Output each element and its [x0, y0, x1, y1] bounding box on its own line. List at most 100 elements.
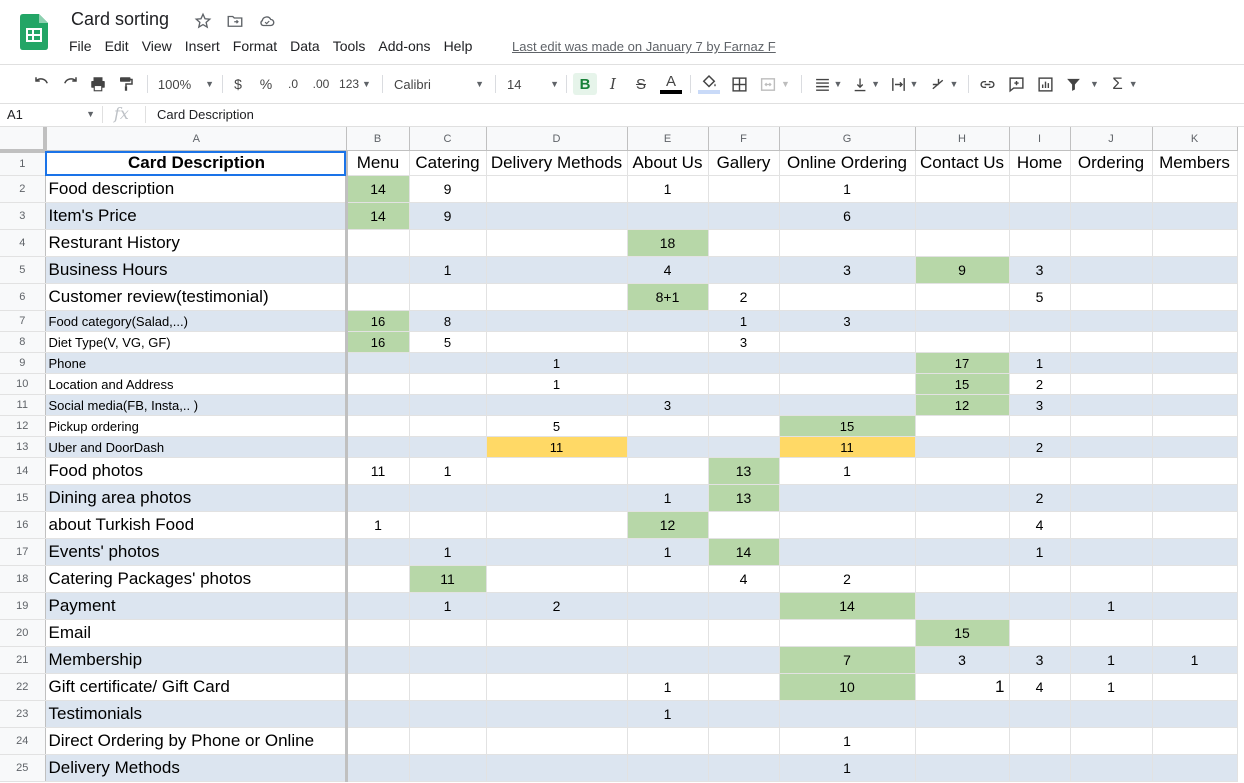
data-cell[interactable]	[779, 283, 916, 311]
row-header[interactable]: 10	[0, 373, 46, 395]
data-cell[interactable]	[486, 646, 628, 674]
row-header[interactable]: 22	[0, 673, 46, 701]
data-cell[interactable]: 11	[486, 436, 628, 458]
column-header-e[interactable]: E	[627, 127, 709, 151]
data-cell[interactable]: 2	[1009, 373, 1071, 395]
data-cell[interactable]: 9	[409, 175, 487, 203]
row-header[interactable]: 9	[0, 352, 46, 374]
data-cell[interactable]	[627, 565, 709, 593]
row-header[interactable]: 18	[0, 565, 46, 593]
data-cell[interactable]	[1152, 373, 1238, 395]
data-cell[interactable]	[1070, 565, 1153, 593]
data-cell[interactable]	[627, 352, 709, 374]
data-cell[interactable]	[409, 415, 487, 437]
row-label-cell[interactable]: Email	[45, 619, 348, 647]
data-cell[interactable]	[1152, 511, 1238, 539]
row-header[interactable]: 13	[0, 436, 46, 458]
data-cell[interactable]: 1	[1009, 538, 1071, 566]
data-cell[interactable]: 3	[708, 331, 780, 353]
data-cell[interactable]	[1070, 331, 1153, 353]
data-cell[interactable]	[708, 229, 780, 257]
data-cell[interactable]	[1070, 619, 1153, 647]
data-cell[interactable]: Menu	[346, 150, 410, 176]
data-cell[interactable]	[1152, 619, 1238, 647]
data-cell[interactable]	[627, 373, 709, 395]
row-label-cell[interactable]: Social media(FB, Insta,.. )	[45, 394, 348, 416]
decrease-decimal-button[interactable]: .0	[284, 73, 302, 95]
data-cell[interactable]	[1152, 229, 1238, 257]
data-cell[interactable]	[627, 457, 709, 485]
data-cell[interactable]	[915, 331, 1010, 353]
data-cell[interactable]: 16	[346, 310, 410, 332]
column-header-i[interactable]: I	[1009, 127, 1071, 151]
data-cell[interactable]	[708, 436, 780, 458]
data-cell[interactable]	[779, 538, 916, 566]
data-cell[interactable]: 13	[708, 457, 780, 485]
data-cell[interactable]	[708, 619, 780, 647]
data-cell[interactable]	[915, 484, 1010, 512]
data-cell[interactable]	[409, 673, 487, 701]
data-cell[interactable]	[346, 373, 410, 395]
data-cell[interactable]	[779, 394, 916, 416]
data-cell[interactable]	[409, 394, 487, 416]
data-cell[interactable]: 4	[627, 256, 709, 284]
data-cell[interactable]	[708, 415, 780, 437]
data-cell[interactable]	[915, 700, 1010, 728]
data-cell[interactable]: 1	[779, 727, 916, 755]
data-cell[interactable]	[708, 754, 780, 782]
data-cell[interactable]: 1	[1009, 352, 1071, 374]
data-cell[interactable]: Members	[1152, 150, 1238, 176]
data-cell[interactable]	[486, 310, 628, 332]
data-cell[interactable]: 1	[779, 754, 916, 782]
strikethrough-button[interactable]: S	[631, 73, 651, 95]
data-cell[interactable]: 3	[1009, 256, 1071, 284]
data-cell[interactable]: 1	[627, 673, 709, 701]
data-cell[interactable]: 3	[1009, 394, 1071, 416]
data-cell[interactable]	[627, 727, 709, 755]
data-cell[interactable]	[627, 646, 709, 674]
filter-icon[interactable]: ▼	[1063, 73, 1101, 95]
row-header[interactable]: 6	[0, 283, 46, 311]
data-cell[interactable]	[409, 436, 487, 458]
menu-file[interactable]: File	[69, 38, 92, 54]
data-cell[interactable]	[486, 202, 628, 230]
data-cell[interactable]	[346, 484, 410, 512]
spreadsheet-grid[interactable]: ABCDEFGHIJK 1 Card Description Menu Caterin…	[0, 127, 1238, 782]
formula-input[interactable]: Card Description	[157, 107, 254, 122]
row-header[interactable]: 4	[0, 229, 46, 257]
star-icon[interactable]	[194, 12, 212, 30]
data-cell[interactable]: 1	[1070, 646, 1153, 674]
column-header-d[interactable]: D	[486, 127, 628, 151]
data-cell[interactable]	[779, 373, 916, 395]
data-cell[interactable]	[346, 394, 410, 416]
data-cell[interactable]	[915, 511, 1010, 539]
data-cell[interactable]	[1152, 394, 1238, 416]
row-header[interactable]: 16	[0, 511, 46, 539]
column-header-c[interactable]: C	[409, 127, 487, 151]
data-cell[interactable]	[1070, 727, 1153, 755]
menu-edit[interactable]: Edit	[105, 38, 129, 54]
data-cell[interactable]	[486, 457, 628, 485]
data-cell[interactable]	[346, 619, 410, 647]
data-cell[interactable]	[1152, 592, 1238, 620]
row-label-cell[interactable]: Food description	[45, 175, 348, 203]
currency-button[interactable]: $	[230, 73, 246, 95]
data-cell[interactable]: 14	[346, 175, 410, 203]
data-cell[interactable]	[1152, 256, 1238, 284]
data-cell[interactable]	[1152, 538, 1238, 566]
data-cell[interactable]	[486, 754, 628, 782]
data-cell[interactable]	[409, 619, 487, 647]
data-cell[interactable]	[486, 727, 628, 755]
text-color-button[interactable]: A	[659, 73, 683, 95]
row-label-cell[interactable]: Testimonials	[45, 700, 348, 728]
data-cell[interactable]	[779, 700, 916, 728]
column-header-f[interactable]: F	[708, 127, 780, 151]
data-cell[interactable]	[708, 511, 780, 539]
data-cell[interactable]	[915, 415, 1010, 437]
data-cell[interactable]	[1152, 727, 1238, 755]
data-cell[interactable]	[409, 373, 487, 395]
data-cell[interactable]	[915, 754, 1010, 782]
data-cell[interactable]: 1	[486, 352, 628, 374]
row-header[interactable]: 15	[0, 484, 46, 512]
data-cell[interactable]: 7	[779, 646, 916, 674]
